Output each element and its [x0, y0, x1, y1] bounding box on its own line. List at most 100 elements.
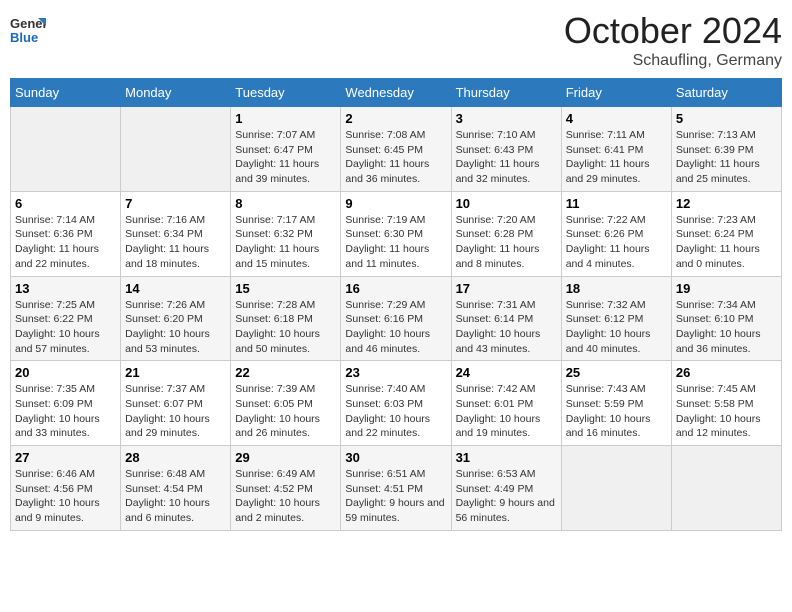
day-number: 10	[456, 196, 557, 211]
day-cell: 22 Sunrise: 7:39 AM Sunset: 6:05 PM Dayli…	[231, 361, 341, 446]
day-number: 8	[235, 196, 336, 211]
calendar-table: Sunday Monday Tuesday Wednesday Thursday…	[10, 78, 782, 531]
day-info: Sunrise: 7:22 AM Sunset: 6:26 PM Dayligh…	[566, 213, 667, 272]
day-number: 16	[345, 281, 446, 296]
col-sunday: Sunday	[11, 79, 121, 107]
day-info: Sunrise: 7:20 AM Sunset: 6:28 PM Dayligh…	[456, 213, 557, 272]
day-info: Sunrise: 7:07 AM Sunset: 6:47 PM Dayligh…	[235, 128, 336, 187]
day-info: Sunrise: 6:49 AM Sunset: 4:52 PM Dayligh…	[235, 467, 336, 526]
day-info: Sunrise: 7:42 AM Sunset: 6:01 PM Dayligh…	[456, 382, 557, 441]
title-area: October 2024 Schaufling, Germany	[564, 10, 782, 70]
day-info: Sunrise: 7:26 AM Sunset: 6:20 PM Dayligh…	[125, 298, 226, 357]
day-number: 24	[456, 365, 557, 380]
day-info: Sunrise: 7:45 AM Sunset: 5:58 PM Dayligh…	[676, 382, 777, 441]
day-info: Sunrise: 7:14 AM Sunset: 6:36 PM Dayligh…	[15, 213, 116, 272]
col-monday: Monday	[121, 79, 231, 107]
day-number: 28	[125, 450, 226, 465]
day-number: 29	[235, 450, 336, 465]
day-info: Sunrise: 7:32 AM Sunset: 6:12 PM Dayligh…	[566, 298, 667, 357]
day-info: Sunrise: 7:40 AM Sunset: 6:03 PM Dayligh…	[345, 382, 446, 441]
day-cell: 18 Sunrise: 7:32 AM Sunset: 6:12 PM Dayli…	[561, 276, 671, 361]
day-cell	[11, 107, 121, 192]
day-number: 27	[15, 450, 116, 465]
day-cell: 19Sunrise: 7:34 AM Sunset: 6:10 PM Dayli…	[671, 276, 781, 361]
day-number: 21	[125, 365, 226, 380]
day-info: Sunrise: 6:51 AM Sunset: 4:51 PM Dayligh…	[345, 467, 446, 526]
day-cell: 12 Sunrise: 7:23 AM Sunset: 6:24 PM Dayli…	[671, 191, 781, 276]
week-row-5: 27Sunrise: 6:46 AM Sunset: 4:56 PM Dayli…	[11, 446, 782, 531]
day-info: Sunrise: 7:37 AM Sunset: 6:07 PM Dayligh…	[125, 382, 226, 441]
day-info: Sunrise: 7:23 AM Sunset: 6:24 PM Dayligh…	[676, 213, 777, 272]
day-number: 6	[15, 196, 116, 211]
day-cell	[561, 446, 671, 531]
day-number: 30	[345, 450, 446, 465]
day-info: Sunrise: 7:16 AM Sunset: 6:34 PM Dayligh…	[125, 213, 226, 272]
day-cell: 31Sunrise: 6:53 AM Sunset: 4:49 PM Dayli…	[451, 446, 561, 531]
day-number: 1	[235, 111, 336, 126]
day-cell	[121, 107, 231, 192]
day-cell: 28 Sunrise: 6:48 AM Sunset: 4:54 PM Dayli…	[121, 446, 231, 531]
week-row-2: 6 Sunrise: 7:14 AM Sunset: 6:36 PM Daylig…	[11, 191, 782, 276]
day-cell: 1 Sunrise: 7:07 AM Sunset: 6:47 PM Daylig…	[231, 107, 341, 192]
day-cell: 3Sunrise: 7:10 AM Sunset: 6:43 PM Daylig…	[451, 107, 561, 192]
day-info: Sunrise: 7:13 AM Sunset: 6:39 PM Dayligh…	[676, 128, 777, 187]
col-wednesday: Wednesday	[341, 79, 451, 107]
day-info: Sunrise: 7:11 AM Sunset: 6:41 PM Dayligh…	[566, 128, 667, 187]
week-row-1: 1 Sunrise: 7:07 AM Sunset: 6:47 PM Daylig…	[11, 107, 782, 192]
day-number: 26	[676, 365, 777, 380]
day-info: Sunrise: 7:31 AM Sunset: 6:14 PM Dayligh…	[456, 298, 557, 357]
day-cell: 26 Sunrise: 7:45 AM Sunset: 5:58 PM Dayli…	[671, 361, 781, 446]
day-cell: 15Sunrise: 7:28 AM Sunset: 6:18 PM Dayli…	[231, 276, 341, 361]
day-number: 11	[566, 196, 667, 211]
day-cell: 5 Sunrise: 7:13 AM Sunset: 6:39 PM Daylig…	[671, 107, 781, 192]
calendar-body: 1 Sunrise: 7:07 AM Sunset: 6:47 PM Daylig…	[11, 107, 782, 531]
day-number: 12	[676, 196, 777, 211]
col-thursday: Thursday	[451, 79, 561, 107]
day-cell: 25Sunrise: 7:43 AM Sunset: 5:59 PM Dayli…	[561, 361, 671, 446]
page-header: General Blue October 2024 Schaufling, Ge…	[10, 10, 782, 70]
day-info: Sunrise: 7:35 AM Sunset: 6:09 PM Dayligh…	[15, 382, 116, 441]
day-number: 20	[15, 365, 116, 380]
day-cell: 13Sunrise: 7:25 AM Sunset: 6:22 PM Dayli…	[11, 276, 121, 361]
day-number: 15	[235, 281, 336, 296]
day-number: 2	[345, 111, 446, 126]
days-of-week-row: Sunday Monday Tuesday Wednesday Thursday…	[11, 79, 782, 107]
day-cell: 20 Sunrise: 7:35 AM Sunset: 6:09 PM Dayli…	[11, 361, 121, 446]
day-cell: 6 Sunrise: 7:14 AM Sunset: 6:36 PM Daylig…	[11, 191, 121, 276]
day-number: 5	[676, 111, 777, 126]
day-info: Sunrise: 7:39 AM Sunset: 6:05 PM Dayligh…	[235, 382, 336, 441]
day-cell: 27Sunrise: 6:46 AM Sunset: 4:56 PM Dayli…	[11, 446, 121, 531]
day-cell: 24 Sunrise: 7:42 AM Sunset: 6:01 PM Dayli…	[451, 361, 561, 446]
day-cell: 16 Sunrise: 7:29 AM Sunset: 6:16 PM Dayli…	[341, 276, 451, 361]
day-info: Sunrise: 7:08 AM Sunset: 6:45 PM Dayligh…	[345, 128, 446, 187]
day-cell: 29 Sunrise: 6:49 AM Sunset: 4:52 PM Dayli…	[231, 446, 341, 531]
day-info: Sunrise: 7:43 AM Sunset: 5:59 PM Dayligh…	[566, 382, 667, 441]
day-cell: 4Sunrise: 7:11 AM Sunset: 6:41 PM Daylig…	[561, 107, 671, 192]
day-info: Sunrise: 7:25 AM Sunset: 6:22 PM Dayligh…	[15, 298, 116, 357]
day-cell: 14 Sunrise: 7:26 AM Sunset: 6:20 PM Dayli…	[121, 276, 231, 361]
day-number: 19	[676, 281, 777, 296]
day-number: 14	[125, 281, 226, 296]
day-info: Sunrise: 7:29 AM Sunset: 6:16 PM Dayligh…	[345, 298, 446, 357]
day-info: Sunrise: 6:48 AM Sunset: 4:54 PM Dayligh…	[125, 467, 226, 526]
day-cell: 21 Sunrise: 7:37 AM Sunset: 6:07 PM Dayli…	[121, 361, 231, 446]
svg-text:Blue: Blue	[10, 30, 38, 45]
day-number: 9	[345, 196, 446, 211]
day-cell	[671, 446, 781, 531]
day-number: 7	[125, 196, 226, 211]
week-row-3: 13Sunrise: 7:25 AM Sunset: 6:22 PM Dayli…	[11, 276, 782, 361]
day-cell: 11 Sunrise: 7:22 AM Sunset: 6:26 PM Dayli…	[561, 191, 671, 276]
day-info: Sunrise: 7:10 AM Sunset: 6:43 PM Dayligh…	[456, 128, 557, 187]
day-cell: 7 Sunrise: 7:16 AM Sunset: 6:34 PM Daylig…	[121, 191, 231, 276]
col-saturday: Saturday	[671, 79, 781, 107]
day-number: 22	[235, 365, 336, 380]
col-tuesday: Tuesday	[231, 79, 341, 107]
location: Schaufling, Germany	[564, 52, 782, 70]
day-number: 31	[456, 450, 557, 465]
day-info: Sunrise: 7:19 AM Sunset: 6:30 PM Dayligh…	[345, 213, 446, 272]
day-number: 23	[345, 365, 446, 380]
calendar-header: Sunday Monday Tuesday Wednesday Thursday…	[11, 79, 782, 107]
day-cell: 2 Sunrise: 7:08 AM Sunset: 6:45 PM Daylig…	[341, 107, 451, 192]
day-number: 17	[456, 281, 557, 296]
day-number: 18	[566, 281, 667, 296]
